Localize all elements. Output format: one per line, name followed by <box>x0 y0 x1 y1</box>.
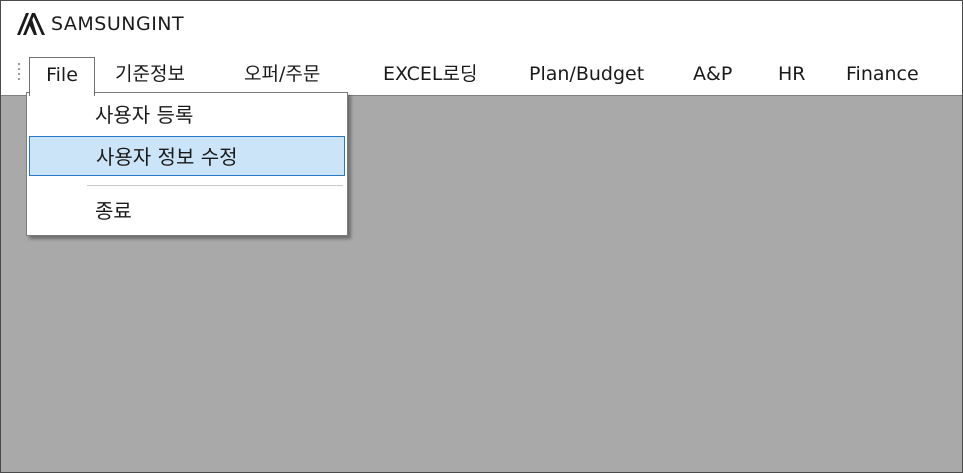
menu-item-edit-user-info[interactable]: 사용자 정보 수정 <box>29 136 345 176</box>
menu-separator <box>87 185 343 186</box>
menu-excel-loading[interactable]: EXCEL로딩 <box>383 57 477 91</box>
samsung-logo-icon <box>17 13 45 35</box>
menu-plan-budget[interactable]: Plan/Budget <box>529 57 644 91</box>
application-window: SAMSUNGINT File 기준정보 오퍼/주문 EXCEL로딩 Plan/… <box>0 0 963 473</box>
menu-bar: File 기준정보 오퍼/주문 EXCEL로딩 Plan/Budget A&P … <box>1 55 962 96</box>
menu-master-data[interactable]: 기준정보 <box>115 57 185 91</box>
menu-a-and-p[interactable]: A&P <box>693 57 732 91</box>
app-title: SAMSUNGINT <box>51 13 185 35</box>
menu-file[interactable]: File <box>29 57 95 96</box>
menu-finance[interactable]: Finance <box>846 57 919 91</box>
menu-hr[interactable]: HR <box>778 57 806 91</box>
file-dropdown-menu: 사용자 등록 사용자 정보 수정 종료 <box>26 92 348 236</box>
menu-offer-order[interactable]: 오퍼/주문 <box>244 57 320 91</box>
title-bar: SAMSUNGINT <box>1 1 962 47</box>
menu-item-exit[interactable]: 종료 <box>29 191 345 231</box>
menu-item-register-user[interactable]: 사용자 등록 <box>29 95 345 135</box>
menu-grip-icon[interactable] <box>17 63 21 83</box>
